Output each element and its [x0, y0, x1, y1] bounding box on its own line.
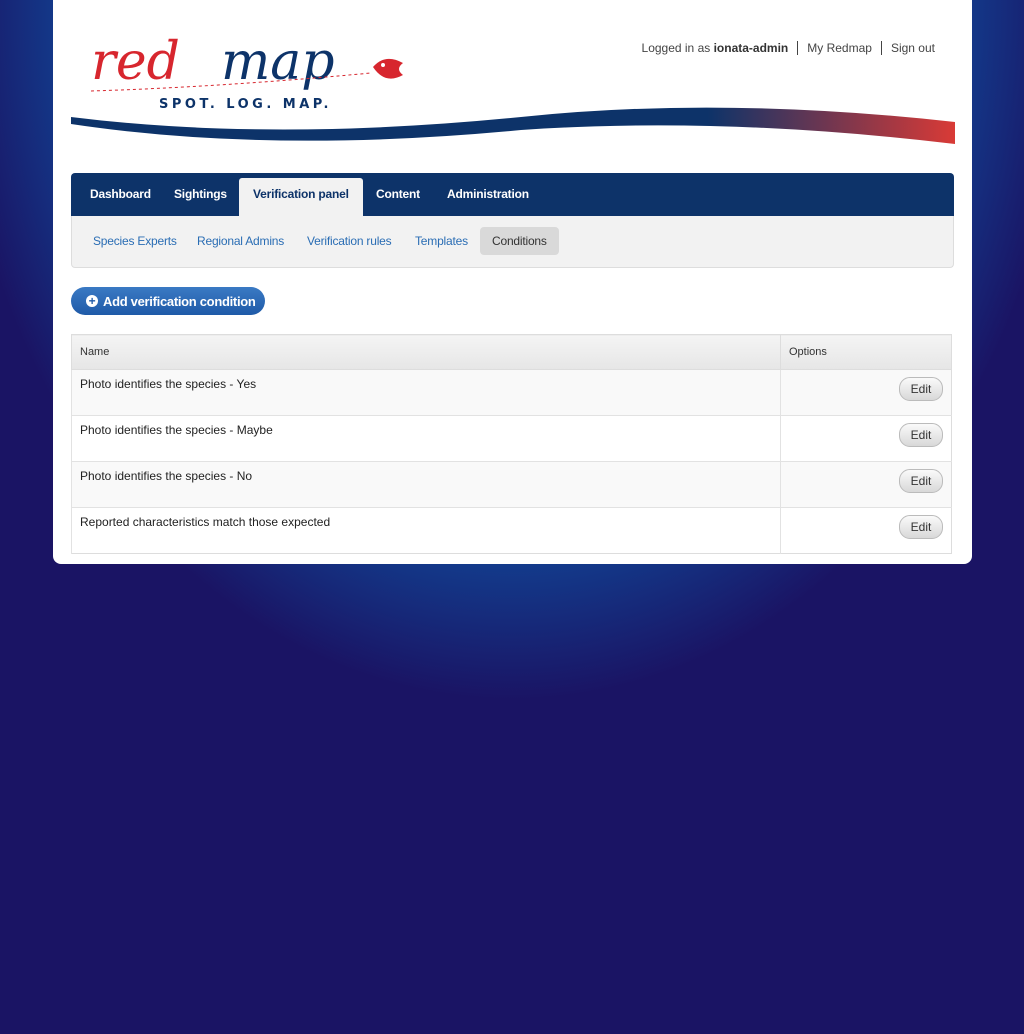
subnav-conditions[interactable]: Conditions — [480, 227, 559, 255]
header-swoosh — [71, 107, 955, 144]
logo-wordmark-blue: map — [221, 32, 335, 92]
conditions-table: Name Options Photo identifies the specie… — [71, 334, 952, 554]
tab-dashboard[interactable]: Dashboard — [90, 173, 151, 216]
tab-administration[interactable]: Administration — [447, 173, 529, 216]
add-button-label: Add verification condition — [103, 293, 256, 309]
column-header-name[interactable]: Name — [71, 334, 781, 370]
condition-name: Reported characteristics match those exp… — [71, 507, 781, 554]
table-row: Reported characteristics match those exp… — [71, 507, 952, 554]
column-header-options: Options — [780, 334, 952, 370]
table-header-row: Name Options — [71, 334, 952, 370]
subnav-regional-admins[interactable]: Regional Admins — [197, 227, 284, 255]
logged-in-prefix: Logged in as — [641, 41, 711, 55]
subnav-verification-rules[interactable]: Verification rules — [307, 227, 392, 255]
plus-circle-icon: + — [86, 295, 98, 307]
subnav-templates[interactable]: Templates — [415, 227, 468, 255]
condition-name: Photo identifies the species - Maybe — [71, 415, 781, 462]
divider — [880, 41, 882, 55]
divider — [797, 41, 799, 55]
main-nav: Dashboard Sightings Verification panel C… — [71, 173, 954, 216]
content-card: red map SPOT. LOG. MAP. Logged in as ion… — [53, 0, 972, 564]
sign-out-link[interactable]: Sign out — [891, 41, 935, 55]
logo-wordmark-red: red — [91, 32, 180, 92]
table-row: Photo identifies the species - Maybe Edi… — [71, 415, 952, 462]
tab-sightings[interactable]: Sightings — [174, 173, 227, 216]
edit-button[interactable]: Edit — [899, 515, 943, 539]
edit-button[interactable]: Edit — [899, 423, 943, 447]
edit-button[interactable]: Edit — [899, 469, 943, 493]
edit-button[interactable]: Edit — [899, 377, 943, 401]
table-row: Photo identifies the species - Yes Edit — [71, 369, 952, 416]
fish-icon — [373, 58, 403, 79]
condition-name: Photo identifies the species - Yes — [71, 369, 781, 416]
username: ionata-admin — [713, 41, 789, 55]
add-verification-condition-button[interactable]: + Add verification condition — [71, 287, 265, 315]
my-redmap-link[interactable]: My Redmap — [807, 41, 872, 55]
condition-name: Photo identifies the species - No — [71, 461, 781, 508]
subnav-species-experts[interactable]: Species Experts — [93, 227, 177, 255]
table-row: Photo identifies the species - No Edit — [71, 461, 952, 508]
tab-verification-panel[interactable]: Verification panel — [239, 178, 363, 216]
sub-nav: Species Experts Regional Admins Verifica… — [71, 216, 954, 268]
user-links: Logged in as ionata-admin My Redmap Sign… — [642, 41, 935, 55]
tab-content[interactable]: Content — [376, 173, 420, 216]
